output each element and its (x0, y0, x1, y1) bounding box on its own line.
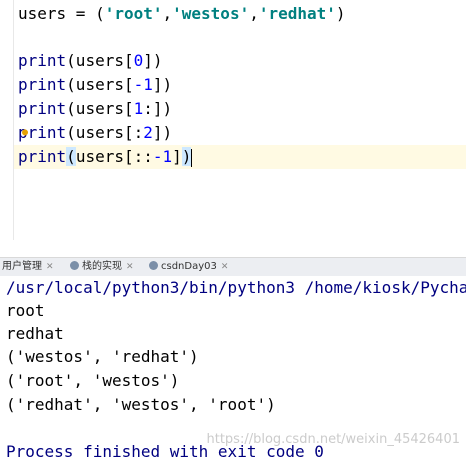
code-token: users[:: (75, 147, 153, 166)
console-output-line: redhat (6, 324, 64, 343)
code-token: (users[: (66, 123, 144, 142)
close-icon[interactable]: ✕ (126, 262, 134, 272)
string-literal: 'westos' (172, 4, 250, 23)
number-literal: 1 (133, 99, 144, 118)
tab-stack-implementation[interactable]: 栈的实现 ✕ (70, 258, 134, 276)
python-file-icon (70, 261, 79, 270)
code-line-3[interactable]: print(users[0]) (18, 49, 163, 73)
code-token: (users[ (66, 51, 134, 70)
code-token: ]) (143, 51, 163, 70)
console-output-line: ('redhat', 'westos', 'root') (6, 395, 276, 414)
tab-label: 用户管理 (2, 261, 42, 272)
string-literal: 'redhat' (258, 4, 336, 23)
console-command-line[interactable]: /usr/local/python3/bin/python3 /home/kio… (6, 276, 466, 299)
python-file-icon (149, 261, 158, 270)
code-line-6[interactable]: print(users[:2]) (18, 121, 172, 145)
code-token: users = ( (18, 4, 105, 23)
close-icon[interactable]: ✕ (46, 262, 54, 272)
builtin-function: print (18, 51, 67, 70)
editor-gutter[interactable] (0, 0, 14, 240)
code-token: (users[ (66, 75, 134, 94)
code-token: :]) (143, 99, 173, 118)
string-literal: 'root' (104, 4, 163, 23)
builtin-function: print (18, 99, 67, 118)
code-token: (users[ (66, 99, 134, 118)
close-icon[interactable]: ✕ (221, 262, 229, 272)
code-token: , (162, 4, 173, 23)
code-line-7-current[interactable]: print(users[::-1]) (14, 145, 466, 169)
text-caret (191, 148, 193, 167)
code-token: ]) (152, 123, 173, 142)
console-output-line: ('westos', 'redhat') (6, 347, 199, 366)
console-output-line: ('root', 'westos') (6, 371, 180, 390)
tab-label: 栈的实现 (82, 261, 122, 272)
number-literal: 0 (133, 51, 144, 70)
tab-user-management[interactable]: 用户管理 ✕ (2, 258, 54, 276)
builtin-function: print (18, 147, 67, 166)
code-editor[interactable]: users = ('root','westos','redhat') print… (0, 0, 466, 240)
matched-paren: ( (66, 147, 76, 166)
code-token: , (249, 4, 259, 23)
matched-paren: ) (181, 147, 192, 166)
code-line-1[interactable]: users = ('root','westos','redhat') (18, 2, 346, 26)
tab-csdnday03[interactable]: csdnDay03 ✕ (149, 258, 228, 276)
code-token: ]) (152, 75, 173, 94)
number-literal: -1 (152, 147, 173, 166)
code-line-5[interactable]: print(users[1:]) (18, 97, 172, 121)
intention-bulb-icon[interactable]: ● (22, 128, 32, 138)
code-token: ] (172, 147, 182, 166)
run-tabs-bar: 用户管理 ✕ 栈的实现 ✕ csdnDay03 ✕ (0, 257, 466, 277)
watermark: https://blog.csdn.net/weixin_45426401 (206, 432, 460, 447)
code-line-4[interactable]: print(users[-1]) (18, 73, 172, 97)
console-output-line: root (6, 301, 45, 320)
tab-label: csdnDay03 (161, 261, 217, 272)
number-literal: -1 (133, 75, 153, 94)
code-token: ) (335, 4, 346, 23)
builtin-function: print (18, 75, 67, 94)
number-literal: 2 (143, 123, 153, 142)
